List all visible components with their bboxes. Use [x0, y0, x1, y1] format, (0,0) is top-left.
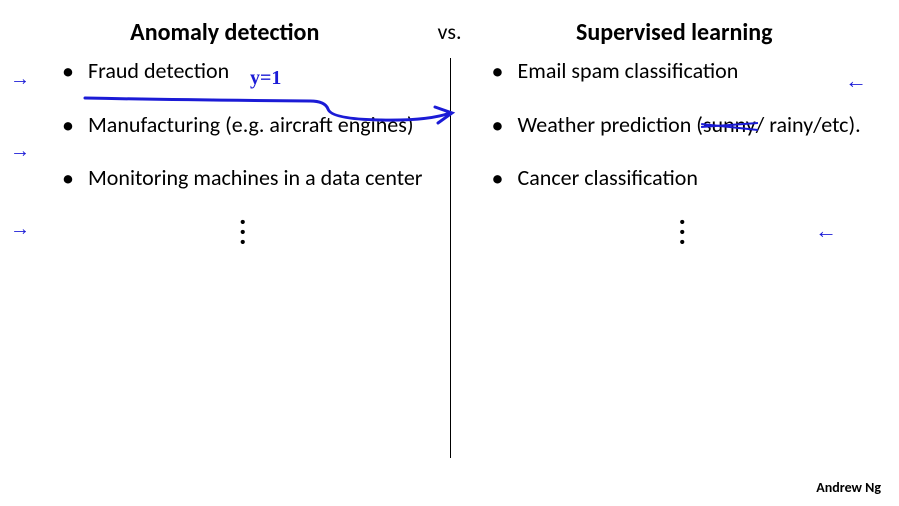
list-item: Fraud detection — [62, 57, 426, 85]
heading-anomaly: Anomaly detection — [0, 18, 450, 47]
list-item: Email spam classification — [492, 57, 876, 85]
right-column: Email spam classification Weather predic… — [450, 57, 899, 240]
attribution: Andrew Ng — [816, 479, 881, 496]
list-item: Monitoring machines in a data center — [62, 164, 426, 192]
left-bullets: Fraud detection Manufacturing (e.g. airc… — [62, 57, 426, 192]
list-item: Weather prediction (sunny/ rainy/etc). — [492, 111, 876, 139]
right-bullets: Email spam classification Weather predic… — [492, 57, 876, 192]
list-item: Manufacturing (e.g. aircraft engines) — [62, 111, 426, 139]
slide: Anomaly detection Supervised learning vs… — [0, 0, 899, 506]
left-column: Fraud detection Manufacturing (e.g. airc… — [0, 57, 450, 240]
ellipsis-icon: ... — [62, 210, 426, 240]
vertical-divider — [450, 58, 451, 458]
heading-supervised: Supervised learning — [450, 18, 899, 47]
ellipsis-icon: ... — [492, 210, 876, 240]
annotation-strikethrough: sunny — [703, 111, 756, 139]
heading-vs: vs. — [438, 18, 462, 45]
list-item: Cancer classification — [492, 164, 876, 192]
